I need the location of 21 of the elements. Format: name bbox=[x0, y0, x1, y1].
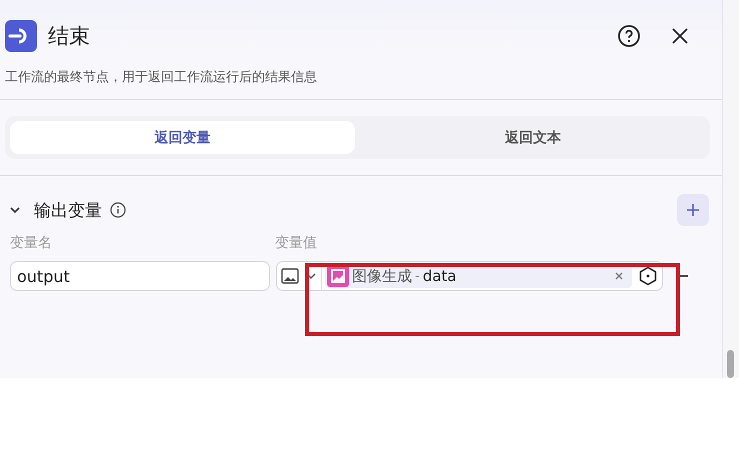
node-name: 图像生成 bbox=[352, 266, 412, 286]
section-title: 输出变量 bbox=[34, 200, 102, 222]
panel-title: 结束 bbox=[48, 23, 90, 50]
image-icon bbox=[281, 268, 299, 284]
separator: - bbox=[415, 268, 420, 284]
hexagon-icon[interactable] bbox=[638, 266, 658, 286]
field-name: data bbox=[422, 267, 456, 285]
panel-description: 工作流的最终节点，用于返回工作流运行后的结果信息 bbox=[4, 69, 318, 87]
input-field[interactable]: output bbox=[10, 261, 270, 291]
scrollbar-thumb[interactable] bbox=[727, 350, 734, 378]
help-icon[interactable] bbox=[617, 24, 641, 48]
image-icon bbox=[327, 265, 349, 287]
plus-icon bbox=[686, 203, 700, 217]
column-label: 变量名 bbox=[10, 234, 53, 252]
clear-icon[interactable] bbox=[614, 271, 624, 281]
add-button[interactable] bbox=[677, 194, 709, 226]
end-node-icon bbox=[5, 20, 37, 52]
info-icon[interactable] bbox=[110, 202, 126, 218]
tab[interactable]: 返回文本 bbox=[360, 121, 705, 154]
column-label: 变量值 bbox=[275, 234, 317, 252]
tab[interactable]: 返回变量 bbox=[10, 121, 354, 154]
